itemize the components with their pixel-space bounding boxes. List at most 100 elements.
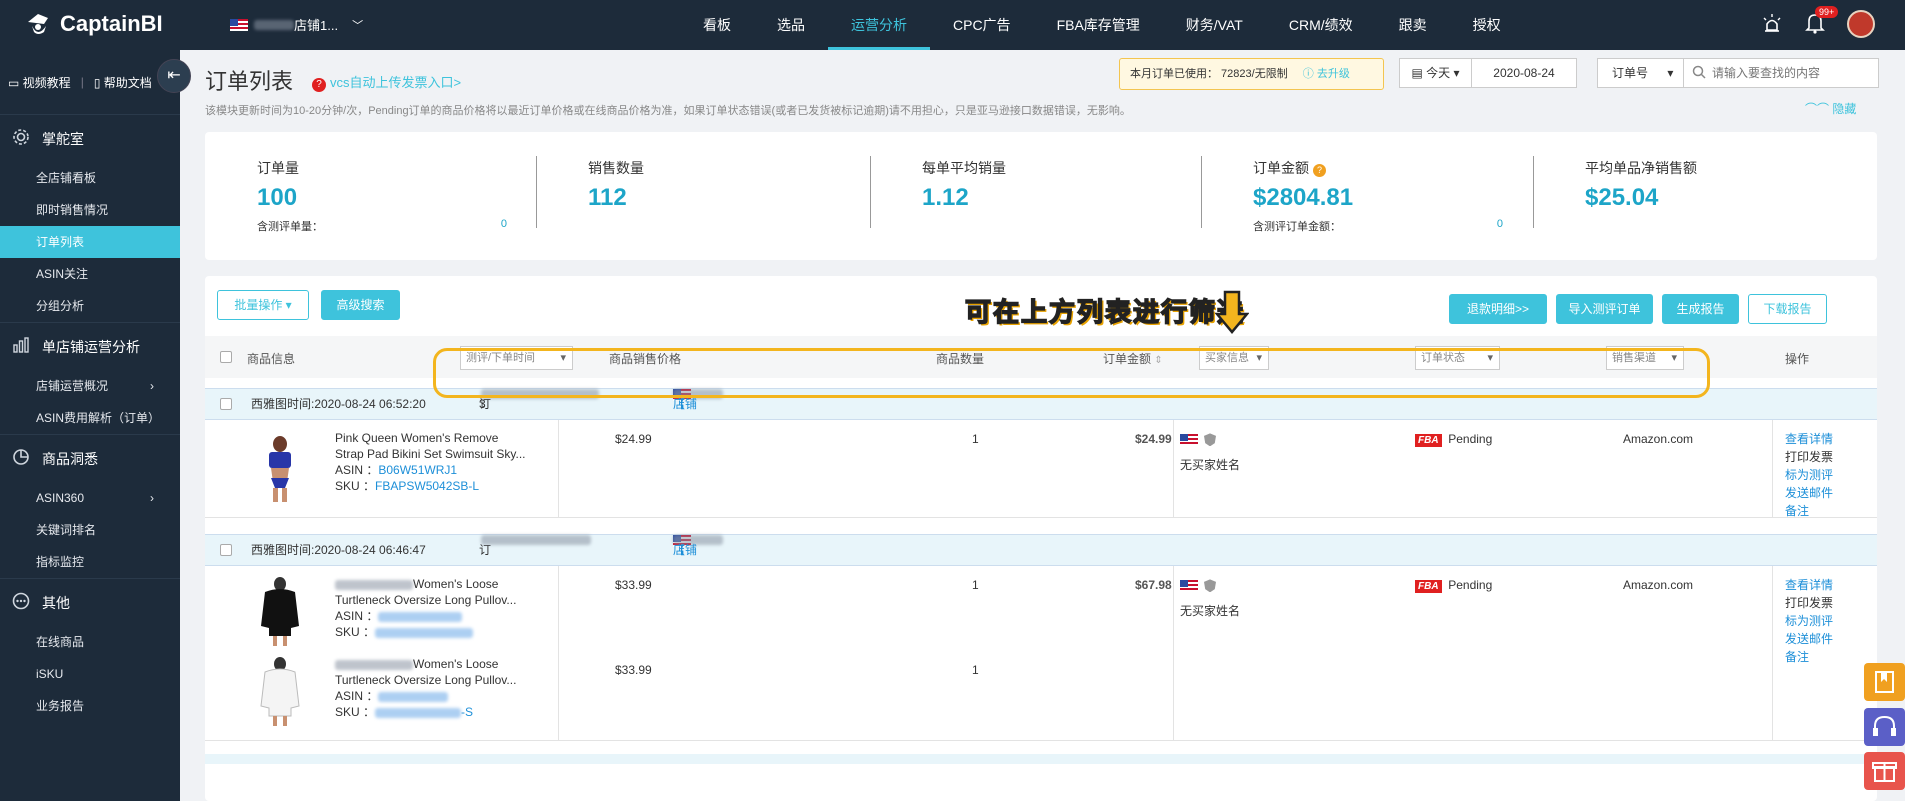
advanced-search-button[interactable]: 高级搜索 — [321, 290, 400, 320]
app-name: CaptainBI — [60, 11, 163, 36]
order-actions: 查看详情 打印发票 标为测评 发送邮件 备注 — [1785, 430, 1833, 520]
send-email-link[interactable]: 发送邮件 — [1785, 630, 1833, 648]
product-title[interactable]: Women's Loose Turtleneck Oversize Long Pu… — [335, 656, 540, 688]
sidebar-item[interactable]: 在线商品 — [0, 626, 180, 658]
asin-link[interactable]: B06W51WRJ1 — [378, 463, 457, 477]
nav-tab-3[interactable]: CPC广告 — [930, 0, 1034, 50]
video-tutorial-link[interactable]: ▭ 视频教程 — [8, 74, 71, 91]
mark-review-link[interactable]: 标为测评 — [1785, 612, 1833, 630]
sidebar-item[interactable]: 即时销售情况 — [0, 194, 180, 226]
nav-tab-0[interactable]: 看板 — [680, 0, 754, 50]
mark-review-link[interactable]: 标为测评 — [1785, 466, 1833, 484]
upgrade-link[interactable]: ⓘ 去升级 — [1303, 68, 1350, 80]
sidebar-item[interactable]: 店铺运营概况 › — [0, 370, 180, 402]
product-thumbnail[interactable] — [255, 576, 305, 646]
sidebar-item[interactable]: 全店铺看板 — [0, 162, 180, 194]
nav-tab-4[interactable]: FBA库存管理 — [1034, 0, 1163, 50]
download-report-button[interactable]: 下载报告 — [1748, 294, 1827, 324]
sidebar-section-title: 掌舵室 — [42, 130, 84, 147]
generate-report-button[interactable]: 生成报告 — [1662, 294, 1739, 324]
sidebar-item-label: 指标监控 — [36, 555, 85, 569]
sidebar-menu: 掌舵室全店铺看板即时销售情况 订单列表 ASIN关注 分组分析 单店铺运营分析 店铺运营概… — [0, 114, 180, 722]
order-quota-banner: 本月订单已使用： 72823/无限制 ⓘ 去升级 — [1119, 58, 1384, 90]
sku-link[interactable]: FBAPSW5042SB-L — [375, 479, 479, 493]
sidebar-item[interactable]: 指标监控 — [0, 546, 180, 578]
sidebar-item[interactable]: 订单列表 — [0, 226, 180, 258]
remark-link[interactable]: 备注 — [1785, 502, 1833, 520]
product-thumbnail[interactable] — [255, 434, 305, 504]
sku-link[interactable] — [375, 627, 474, 638]
send-email-link[interactable]: 发送邮件 — [1785, 484, 1833, 502]
order-time: 西雅图时间:2020-08-24 06:46:47 — [251, 543, 426, 557]
user-avatar[interactable] — [1847, 10, 1875, 38]
asin-link[interactable] — [378, 611, 463, 622]
sidebar-item-label: 全店铺看板 — [36, 171, 97, 185]
sku-link[interactable]: -S — [375, 705, 473, 719]
search-input[interactable] — [1706, 59, 1878, 87]
store-selector[interactable]: 店铺1... ﹀ — [230, 15, 363, 34]
nav-tab-7[interactable]: 跟卖 — [1376, 0, 1450, 50]
date-range-select[interactable]: ▤ 今天 ▾ — [1400, 59, 1472, 87]
sidebar-item-label: ASIN360 — [36, 491, 85, 505]
sidebar-item[interactable]: 分组分析 — [0, 290, 180, 322]
nav-tab-1[interactable]: 选品 — [754, 0, 828, 50]
batch-action-button[interactable]: 批量操作 ▾ — [217, 290, 309, 320]
view-detail-link[interactable]: 查看详情 — [1785, 430, 1833, 448]
sidebar-section-2[interactable]: 商品洞悉 — [0, 434, 180, 482]
hide-stats-link[interactable]: ⌒⌒ 隐藏 — [1805, 100, 1856, 117]
nav-tab-2[interactable]: 运营分析 — [828, 0, 930, 50]
order-actions: 查看详情 打印发票 标为测评 发送邮件 备注 — [1785, 576, 1833, 666]
sidebar-section-1[interactable]: 单店铺运营分析 — [0, 322, 180, 370]
help-doc-link[interactable]: ▯ 帮助文档 — [94, 74, 152, 91]
sidebar-section-title: 其他 — [42, 594, 70, 611]
nav-tab-5[interactable]: 财务/VAT — [1163, 0, 1266, 50]
notification-bell[interactable]: 99+ — [1805, 5, 1839, 37]
sidebar-item[interactable]: ASIN360 › — [0, 482, 180, 514]
vcs-upload-link[interactable]: ? vcs自动上传发票入口> — [312, 72, 461, 92]
search-type-select[interactable]: 订单号 ▾ — [1598, 59, 1684, 87]
date-input[interactable]: 2020-08-24 — [1472, 59, 1576, 87]
order-checkbox[interactable] — [220, 544, 232, 556]
sidebar-item[interactable]: 业务报告 — [0, 690, 180, 722]
order-search: 订单号 ▾ — [1597, 58, 1879, 88]
print-invoice-link[interactable]: 打印发票 — [1785, 594, 1833, 612]
item-price: $24.99 — [615, 432, 652, 446]
calendar-icon: ▤ — [1411, 66, 1423, 80]
filter-highlight-annotation — [433, 348, 1710, 398]
divider — [870, 156, 871, 228]
view-detail-link[interactable]: 查看详情 — [1785, 576, 1833, 594]
sidebar-item[interactable]: iSKU — [0, 658, 180, 690]
order-checkbox[interactable] — [220, 398, 232, 410]
remark-link[interactable]: 备注 — [1785, 648, 1833, 666]
sidebar-section-title: 商品洞悉 — [42, 450, 98, 467]
import-review-orders-button[interactable]: 导入测评订单 — [1556, 294, 1653, 324]
print-invoice-link[interactable]: 打印发票 — [1785, 448, 1833, 466]
customer-service-float-button[interactable] — [1864, 708, 1905, 746]
help-icon[interactable]: ? — [1313, 164, 1326, 177]
bookmark-float-button[interactable] — [1864, 663, 1905, 701]
captainbi-logo[interactable]: CaptainBI — [24, 10, 163, 38]
gift-float-button[interactable] — [1864, 752, 1905, 790]
sidebar-item-label: iSKU — [36, 667, 64, 681]
update-notice: 该模块更新时间为10-20分钟/次，Pending订单的商品价格将以最近订单价格… — [205, 105, 1131, 117]
us-flag-icon — [230, 18, 248, 31]
order-time: 西雅图时间:2020-08-24 06:52:20 — [251, 397, 426, 411]
refund-detail-button[interactable]: 退款明细>> — [1449, 294, 1547, 324]
select-all-checkbox[interactable] — [220, 351, 232, 363]
product-thumbnail[interactable] — [255, 656, 305, 726]
item-qty: 1 — [972, 432, 979, 446]
product-title[interactable]: Pink Queen Women's Remove Strap Pad Bikin… — [335, 430, 540, 462]
nav-tab-6[interactable]: CRM/绩效 — [1266, 0, 1376, 50]
sidebar-item[interactable]: ASIN关注 — [0, 258, 180, 290]
sidebar-section-3[interactable]: 其他 — [0, 578, 180, 626]
sidebar-item[interactable]: ASIN费用解析（订单） — [0, 402, 180, 434]
alarm-light-icon[interactable] — [1761, 13, 1783, 35]
product-title[interactable]: Women's Loose Turtleneck Oversize Long Pu… — [335, 576, 540, 608]
asin-link[interactable] — [378, 691, 449, 702]
divider — [536, 156, 537, 228]
question-icon: ? — [312, 78, 326, 92]
down-arrow-annotation-icon — [1215, 290, 1249, 334]
sidebar-item[interactable]: 关键词排名 — [0, 514, 180, 546]
nav-tab-8[interactable]: 授权 — [1450, 0, 1524, 50]
sidebar-section-0[interactable]: 掌舵室 — [0, 114, 180, 162]
